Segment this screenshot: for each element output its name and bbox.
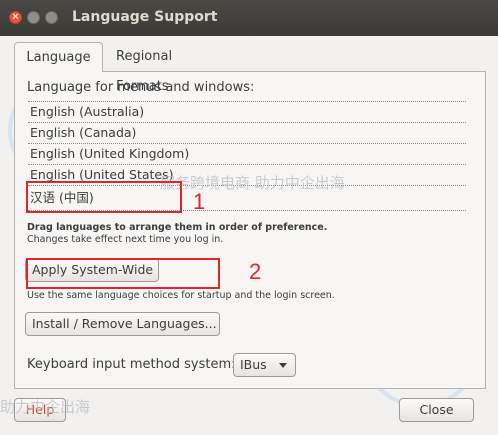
language-item-en-au[interactable]: English (Australia) xyxy=(28,101,466,122)
title-bar: × Language Support xyxy=(0,0,498,36)
window-title: Language Support xyxy=(72,9,218,25)
window-minimize-icon[interactable] xyxy=(27,11,40,24)
language-item-en-gb[interactable]: English (United Kingdom) xyxy=(28,143,466,164)
tab-regional-formats[interactable]: Regional Formats xyxy=(106,42,238,94)
language-item-en-ca[interactable]: English (Canada) xyxy=(28,122,466,143)
close-button[interactable]: Close xyxy=(399,398,474,422)
annotation-number-1: 1 xyxy=(193,189,206,214)
window-close-icon[interactable]: × xyxy=(9,11,22,24)
keyboard-input-value: IBus xyxy=(240,357,267,372)
annotation-box-2 xyxy=(26,258,220,289)
annotation-number-2: 2 xyxy=(249,259,262,284)
tab-language[interactable]: Language xyxy=(14,42,103,72)
keyboard-input-label: Keyboard input method system: xyxy=(27,357,236,372)
section-label: Language for menus and windows: xyxy=(27,80,255,95)
keyboard-input-select[interactable]: IBus xyxy=(233,353,296,377)
apply-note: Use the same language choices for startu… xyxy=(27,290,335,301)
drag-hint-title: Drag languages to arrange them in order … xyxy=(27,222,328,233)
window-maximize-icon[interactable] xyxy=(45,11,58,24)
install-remove-languages-button[interactable]: Install / Remove Languages... xyxy=(25,312,220,336)
drag-hint-subtitle: Changes take effect next time you log in… xyxy=(27,234,224,245)
help-button[interactable]: Help xyxy=(14,398,66,422)
dropdown-arrow-icon xyxy=(279,363,287,368)
annotation-box-1 xyxy=(26,181,182,213)
